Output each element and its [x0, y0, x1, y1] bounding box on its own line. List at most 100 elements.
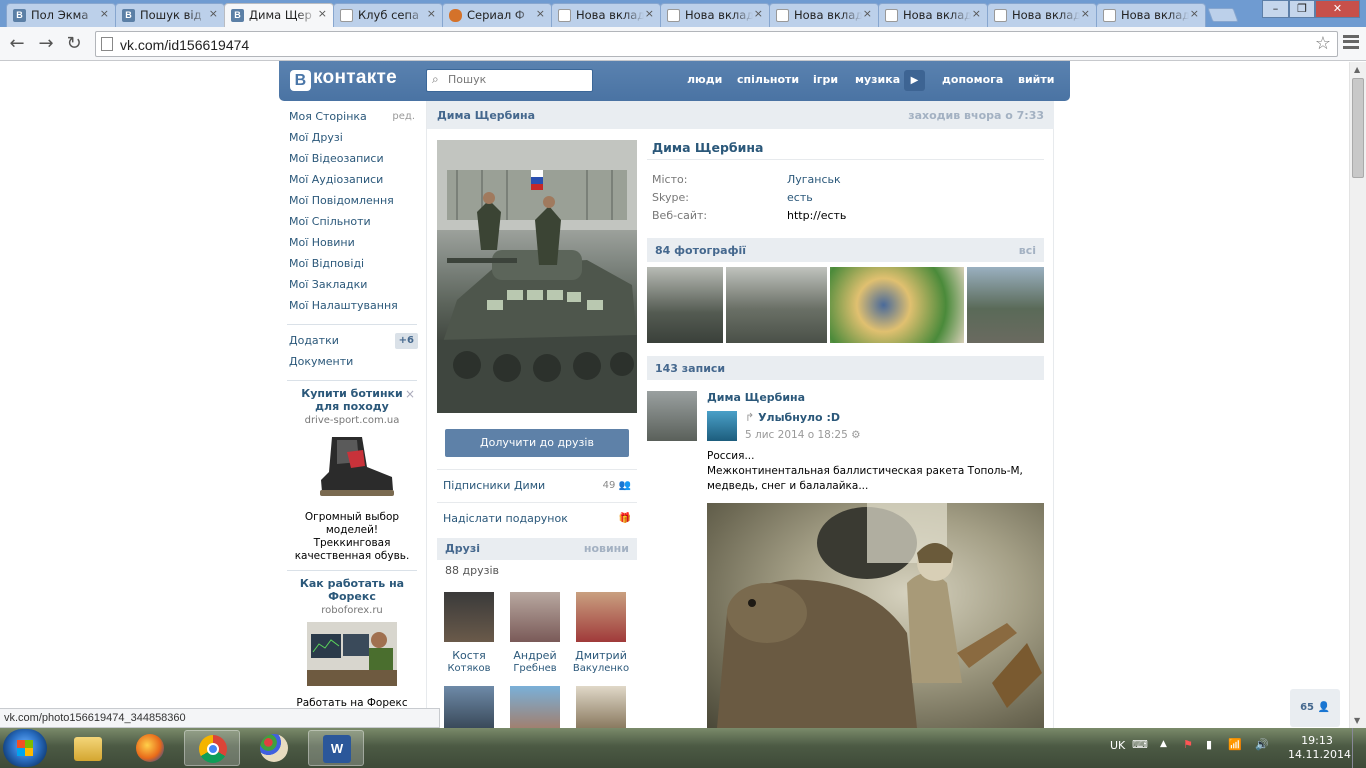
action-center-icon[interactable]: ⚑ [1183, 738, 1193, 751]
info-value[interactable]: http://есть [787, 209, 846, 222]
sidebar-item-videos[interactable]: Мої Відеозаписи [283, 149, 421, 170]
friend-last-name[interactable]: Гребнев [505, 662, 565, 675]
scroll-down-arrow-icon[interactable]: ▼ [1354, 716, 1360, 725]
close-tab-icon[interactable]: × [1190, 7, 1199, 20]
network-signal-icon[interactable]: 📶 [1228, 738, 1242, 751]
nav-people[interactable]: люди [687, 73, 722, 86]
browser-tab[interactable]: Нова вкладка× [551, 3, 661, 27]
friend-card[interactable]: Дмитрий Вакуленко [571, 592, 631, 675]
volume-icon[interactable]: 🔊 [1255, 738, 1269, 751]
bookmark-star-icon[interactable]: ☆ [1315, 33, 1331, 54]
sidebar-item-audio[interactable]: Мої Аудіозаписи [283, 170, 421, 191]
close-tab-icon[interactable]: × [100, 7, 109, 20]
info-value[interactable]: Луганськ [787, 173, 841, 186]
friend-card[interactable]: Костя Котяков [439, 592, 499, 675]
friend-card[interactable]: Андрей Гребнев [505, 592, 565, 675]
scroll-up-arrow-icon[interactable]: ▲ [1354, 65, 1360, 74]
sidebar-item-bookmarks[interactable]: Мої Закладки [283, 275, 421, 296]
browser-tab[interactable]: Клуб сепа × [333, 3, 443, 27]
friend-last-name[interactable]: Вакуленко [571, 662, 631, 675]
friend-avatar[interactable] [510, 686, 560, 728]
friends-header[interactable]: Друзі новини [437, 538, 637, 560]
sidebar-item-documents[interactable]: Документи [283, 352, 421, 373]
browser-tab[interactable]: Нова вкладка× [1096, 3, 1206, 27]
browser-tab[interactable]: Сериал Ф × [442, 3, 552, 27]
photo-thumb[interactable] [967, 267, 1044, 343]
show-hidden-icons[interactable]: ▲ [1160, 739, 1167, 749]
ad-block[interactable]: × Купити ботинки для походу drive-sport.… [283, 387, 421, 563]
post-author-name[interactable]: Дима Щербина [707, 391, 805, 404]
forex-ad-image[interactable] [307, 622, 397, 686]
profile-avatar[interactable] [437, 140, 637, 413]
ad-title[interactable]: Купити ботинки для походу [283, 387, 421, 413]
friend-avatar[interactable] [444, 592, 494, 642]
new-tab-button[interactable] [1207, 8, 1239, 22]
explorer-taskbar-button[interactable] [60, 730, 116, 766]
followers-link[interactable]: Підписники Дими 49 👥 [437, 469, 637, 502]
sidebar-item-my-page[interactable]: Моя Сторінка ред. [283, 107, 421, 128]
vk-logo[interactable]: Вконтакте [290, 67, 397, 95]
browser-tab[interactable]: B Пол Экма × [6, 3, 116, 27]
browser-tab[interactable]: B Пошук від × [115, 3, 225, 27]
scrollbar-thumb[interactable] [1352, 78, 1364, 178]
friend-last-name[interactable]: Котяков [439, 662, 499, 675]
nav-help[interactable]: допомога [942, 73, 1003, 86]
friend-avatar[interactable] [576, 592, 626, 642]
forward-button[interactable]: → [35, 33, 57, 55]
info-value[interactable]: есть [787, 191, 813, 204]
friend-avatar[interactable] [576, 686, 626, 728]
posts-header[interactable]: 143 записи [647, 356, 1044, 380]
back-button[interactable]: ← [6, 33, 28, 55]
browser-tab[interactable]: B Дима Щер × [224, 3, 334, 27]
language-indicator[interactable]: UK [1110, 739, 1125, 752]
friend-card[interactable] [505, 686, 565, 728]
gear-icon[interactable]: ⚙ [851, 429, 860, 441]
online-counter[interactable]: 65 👤 [1290, 689, 1340, 727]
nav-games[interactable]: ігри [813, 73, 838, 86]
power-icon[interactable]: ▮ [1206, 738, 1212, 751]
nav-music[interactable]: музика [855, 73, 900, 86]
keyboard-icon[interactable]: ⌨ [1132, 738, 1148, 751]
close-icon[interactable]: × [405, 387, 415, 401]
post-date[interactable]: 5 лис 2014 о 18:25 ⚙ [745, 429, 861, 441]
nav-communities[interactable]: спільноти [737, 73, 799, 86]
friend-avatar[interactable] [444, 686, 494, 728]
browser-tab[interactable]: Нова вкладка× [878, 3, 988, 27]
sidebar-item-messages[interactable]: Мої Повідомлення [283, 191, 421, 212]
show-desktop-button[interactable] [1352, 728, 1366, 768]
paint-taskbar-button[interactable] [246, 730, 302, 766]
add-friend-button[interactable]: Долучити до друзів [445, 429, 629, 457]
friend-card[interactable] [571, 686, 631, 728]
repost-source-avatar[interactable] [707, 411, 737, 441]
post-author-avatar[interactable] [647, 391, 697, 441]
close-tab-icon[interactable]: × [318, 7, 327, 20]
nav-logout[interactable]: вийти [1018, 73, 1054, 86]
browser-tab[interactable]: Нова вкладка× [987, 3, 1097, 27]
close-tab-icon[interactable]: × [209, 7, 218, 20]
friend-first-name[interactable]: Андрей [505, 649, 565, 662]
friend-first-name[interactable]: Костя [439, 649, 499, 662]
chrome-taskbar-button[interactable] [184, 730, 240, 766]
url-input[interactable]: vk.com/id156619474 ☆ [95, 31, 1338, 57]
close-tab-icon[interactable]: × [645, 7, 654, 20]
page-scrollbar[interactable]: ▲ ▼ [1349, 62, 1366, 728]
sidebar-item-friends[interactable]: Мої Друзі [283, 128, 421, 149]
boot-image[interactable] [307, 432, 397, 502]
firefox-taskbar-button[interactable] [122, 730, 178, 766]
edit-link[interactable]: ред. [392, 107, 415, 127]
close-tab-icon[interactable]: × [1081, 7, 1090, 20]
close-tab-icon[interactable]: × [863, 7, 872, 20]
post-image[interactable] [707, 503, 1044, 728]
maximize-button[interactable]: ❐ [1289, 0, 1315, 18]
close-tab-icon[interactable]: × [754, 7, 763, 20]
minimize-button[interactable]: – [1262, 0, 1289, 18]
browser-tab[interactable]: Нова вкладка× [660, 3, 770, 27]
photo-thumb[interactable] [726, 267, 827, 343]
photo-thumb[interactable] [647, 267, 723, 343]
friends-news-link[interactable]: новини [584, 542, 629, 555]
sidebar-item-news[interactable]: Мої Новини [283, 233, 421, 254]
sidebar-item-replies[interactable]: Мої Відповіді [283, 254, 421, 275]
play-icon[interactable]: ▶ [904, 70, 925, 91]
repost-source-name[interactable]: ↱ Улыбнуло :D [745, 411, 840, 424]
browser-tab[interactable]: Нова вкладка× [769, 3, 879, 27]
